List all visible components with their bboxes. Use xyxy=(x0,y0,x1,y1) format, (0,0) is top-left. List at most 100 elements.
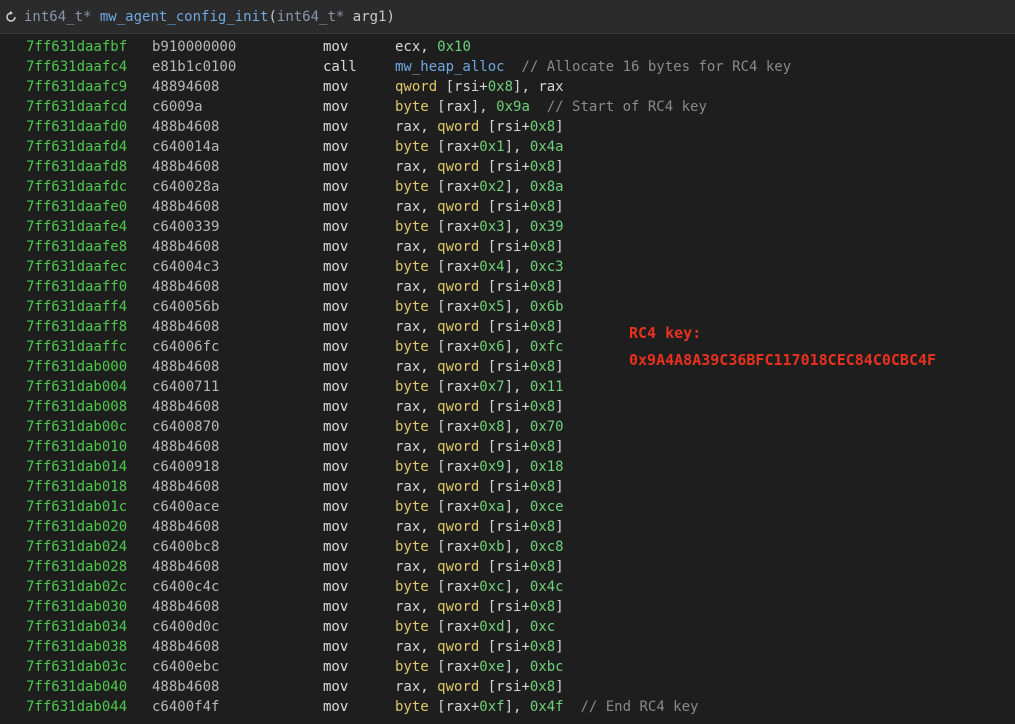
operand-number: 0xf xyxy=(479,699,505,715)
instruction-mnemonic: mov xyxy=(323,619,349,635)
instruction-address[interactable]: 7ff631daafd0 xyxy=(26,117,127,137)
instruction-address[interactable]: 7ff631daafdc xyxy=(26,177,127,197)
operand-size-keyword: qword xyxy=(437,159,480,175)
refresh-icon[interactable] xyxy=(0,0,22,34)
function-signature[interactable]: int64_t* mw_agent_config_init(int64_t* a… xyxy=(22,0,395,34)
instruction-address[interactable]: 7ff631daafe8 xyxy=(26,237,127,257)
instruction-address[interactable]: 7ff631daafc9 xyxy=(26,77,127,97)
instruction-address[interactable]: 7ff631dab004 xyxy=(26,377,127,397)
operand-text: ] xyxy=(555,319,564,335)
instruction-row[interactable]: 7ff631daaff0 488b4608 mov rax, qword [rsi+0… xyxy=(0,277,1015,297)
operand-text: rax, xyxy=(395,279,438,295)
instruction-row[interactable]: 7ff631daafcd c6009a mov byte [rax], 0x9a //… xyxy=(0,97,1015,117)
instruction-row[interactable]: 7ff631daafd0 488b4608 mov rax, qword [rsi+0… xyxy=(0,117,1015,137)
instruction-row[interactable]: 7ff631daafc4 e81b1c0100 call mw_heap_alloc … xyxy=(0,57,1015,77)
instruction-row[interactable]: 7ff631daafdc c640028a mov byte [rax+0x2], 0… xyxy=(0,177,1015,197)
instruction-bytes: b910000000 xyxy=(152,39,237,55)
instruction-row[interactable]: 7ff631dab024 c6400bc8 mov byte [rax+0xb], 0… xyxy=(0,537,1015,557)
instruction-row[interactable]: 7ff631daafc9 48894608 mov qword [rsi+0x8], … xyxy=(0,77,1015,97)
operand-text: [rax+ xyxy=(428,339,480,355)
operand-number: 0x8 xyxy=(529,359,556,375)
disassembly-listing[interactable]: 7ff631daafbf b910000000 mov ecx, 0x10 7ff631… xyxy=(0,37,1015,724)
operand-size-keyword: qword xyxy=(395,79,438,95)
instruction-row[interactable]: 7ff631dab014 c6400918 mov byte [rax+0x9], 0… xyxy=(0,457,1015,477)
instruction-address[interactable]: 7ff631dab034 xyxy=(26,617,127,637)
instruction-row[interactable]: 7ff631daafe4 c6400339 mov byte [rax+0x3], 0… xyxy=(0,217,1015,237)
operand-size-keyword: qword xyxy=(437,519,480,535)
instruction-address[interactable]: 7ff631dab030 xyxy=(26,597,127,617)
instruction-bytes: c6400f4f xyxy=(152,699,220,715)
instruction-address[interactable]: 7ff631dab044 xyxy=(26,697,127,717)
instruction-row[interactable]: 7ff631dab028 488b4608 mov rax, qword [rsi+0… xyxy=(0,557,1015,577)
instruction-row[interactable]: 7ff631daafd8 488b4608 mov rax, qword [rsi+0… xyxy=(0,157,1015,177)
instruction-operands: ecx, 0x10 xyxy=(395,37,471,57)
operand-size-keyword: byte xyxy=(395,459,429,475)
instruction-bytes: 488b4608 xyxy=(152,559,220,575)
instruction-address[interactable]: 7ff631daaff0 xyxy=(26,277,127,297)
instruction-address[interactable]: 7ff631dab040 xyxy=(26,677,127,697)
operand-number: 0xe xyxy=(479,659,505,675)
instruction-address[interactable]: 7ff631dab028 xyxy=(26,557,127,577)
instruction-address[interactable]: 7ff631dab02c xyxy=(26,577,127,597)
instruction-row[interactable]: 7ff631dab040 488b4608 mov rax, qword [rsi+0… xyxy=(0,677,1015,697)
instruction-row[interactable]: 7ff631dab038 488b4608 mov rax, qword [rsi+0… xyxy=(0,637,1015,657)
instruction-row[interactable]: 7ff631daafec c64004c3 mov byte [rax+0x4], 0… xyxy=(0,257,1015,277)
instruction-operands: rax, qword [rsi+0x8] xyxy=(395,677,564,697)
instruction-address[interactable]: 7ff631dab020 xyxy=(26,517,127,537)
instruction-address[interactable]: 7ff631daafe4 xyxy=(26,217,127,237)
instruction-row[interactable]: 7ff631daafbf b910000000 mov ecx, 0x10 xyxy=(0,37,1015,57)
instruction-row[interactable]: 7ff631dab03c c6400ebc mov byte [rax+0xe], 0… xyxy=(0,657,1015,677)
instruction-address[interactable]: 7ff631daaffc xyxy=(26,337,127,357)
instruction-row[interactable]: 7ff631dab02c c6400c4c mov byte [rax+0xc], 0… xyxy=(0,577,1015,597)
instruction-address[interactable]: 7ff631daafd8 xyxy=(26,157,127,177)
operand-text: ], xyxy=(504,539,530,555)
instruction-address[interactable]: 7ff631dab00c xyxy=(26,417,127,437)
instruction-row[interactable]: 7ff631dab01c c6400ace mov byte [rax+0xa], 0… xyxy=(0,497,1015,517)
instruction-address[interactable]: 7ff631daafc4 xyxy=(26,57,127,77)
instruction-address[interactable]: 7ff631dab03c xyxy=(26,657,127,677)
instruction-address[interactable]: 7ff631daafbf xyxy=(26,37,127,57)
instruction-address[interactable]: 7ff631daaff8 xyxy=(26,317,127,337)
instruction-operands: byte [rax+0x3], 0x39 xyxy=(395,217,564,237)
operand-size-keyword: byte xyxy=(395,219,429,235)
instruction-row[interactable]: 7ff631dab044 c6400f4f mov byte [rax+0xf], 0… xyxy=(0,697,1015,717)
operand-text: [rsi+ xyxy=(479,239,530,255)
instruction-address[interactable]: 7ff631dab018 xyxy=(26,477,127,497)
instruction-row[interactable]: 7ff631dab00c c6400870 mov byte [rax+0x8], 0… xyxy=(0,417,1015,437)
operand-text: ] xyxy=(555,159,564,175)
operand-size-keyword: qword xyxy=(437,319,480,335)
instruction-operands: byte [rax+0xd], 0xc xyxy=(395,617,555,637)
instruction-row[interactable]: 7ff631daafe0 488b4608 mov rax, qword [rsi+0… xyxy=(0,197,1015,217)
instruction-address[interactable]: 7ff631dab010 xyxy=(26,437,127,457)
instruction-address[interactable]: 7ff631dab01c xyxy=(26,497,127,517)
instruction-address[interactable]: 7ff631daafcd xyxy=(26,97,127,117)
operand-text: ] xyxy=(555,359,564,375)
instruction-row[interactable]: 7ff631dab004 c6400711 mov byte [rax+0x7], 0… xyxy=(0,377,1015,397)
operand-number: 0xd xyxy=(479,619,505,635)
operand-text: [rsi+ xyxy=(479,559,530,575)
instruction-address[interactable]: 7ff631dab008 xyxy=(26,397,127,417)
instruction-row[interactable]: 7ff631daaff4 c640056b mov byte [rax+0x5], 0… xyxy=(0,297,1015,317)
instruction-row[interactable]: 7ff631dab018 488b4608 mov rax, qword [rsi+0… xyxy=(0,477,1015,497)
instruction-row[interactable]: 7ff631dab010 488b4608 mov rax, qword [rsi+0… xyxy=(0,437,1015,457)
instruction-address[interactable]: 7ff631daafd4 xyxy=(26,137,127,157)
instruction-row[interactable]: 7ff631dab008 488b4608 mov rax, qword [rsi+0… xyxy=(0,397,1015,417)
instruction-address[interactable]: 7ff631dab014 xyxy=(26,457,127,477)
instruction-address[interactable]: 7ff631daafec xyxy=(26,257,127,277)
instruction-address[interactable]: 7ff631daaff4 xyxy=(26,297,127,317)
instruction-row[interactable]: 7ff631dab020 488b4608 mov rax, qword [rsi+0… xyxy=(0,517,1015,537)
instruction-row[interactable]: 7ff631dab034 c6400d0c mov byte [rax+0xd], 0… xyxy=(0,617,1015,637)
instruction-address[interactable]: 7ff631daafe0 xyxy=(26,197,127,217)
instruction-row[interactable]: 7ff631daafd4 c640014a mov byte [rax+0x1], 0… xyxy=(0,137,1015,157)
call-target[interactable]: mw_heap_alloc xyxy=(395,59,505,75)
operand-number: 0x70 xyxy=(529,419,564,435)
signature-function-name[interactable]: mw_agent_config_init xyxy=(100,9,269,25)
instruction-address[interactable]: 7ff631dab024 xyxy=(26,537,127,557)
instruction-mnemonic: mov xyxy=(323,119,349,135)
instruction-address[interactable]: 7ff631dab038 xyxy=(26,637,127,657)
operand-number: 0xc3 xyxy=(529,259,564,275)
instruction-operands: byte [rax+0xc], 0x4c xyxy=(395,577,564,597)
instruction-row[interactable]: 7ff631daafe8 488b4608 mov rax, qword [rsi+0… xyxy=(0,237,1015,257)
instruction-row[interactable]: 7ff631dab030 488b4608 mov rax, qword [rsi+0… xyxy=(0,597,1015,617)
instruction-address[interactable]: 7ff631dab000 xyxy=(26,357,127,377)
